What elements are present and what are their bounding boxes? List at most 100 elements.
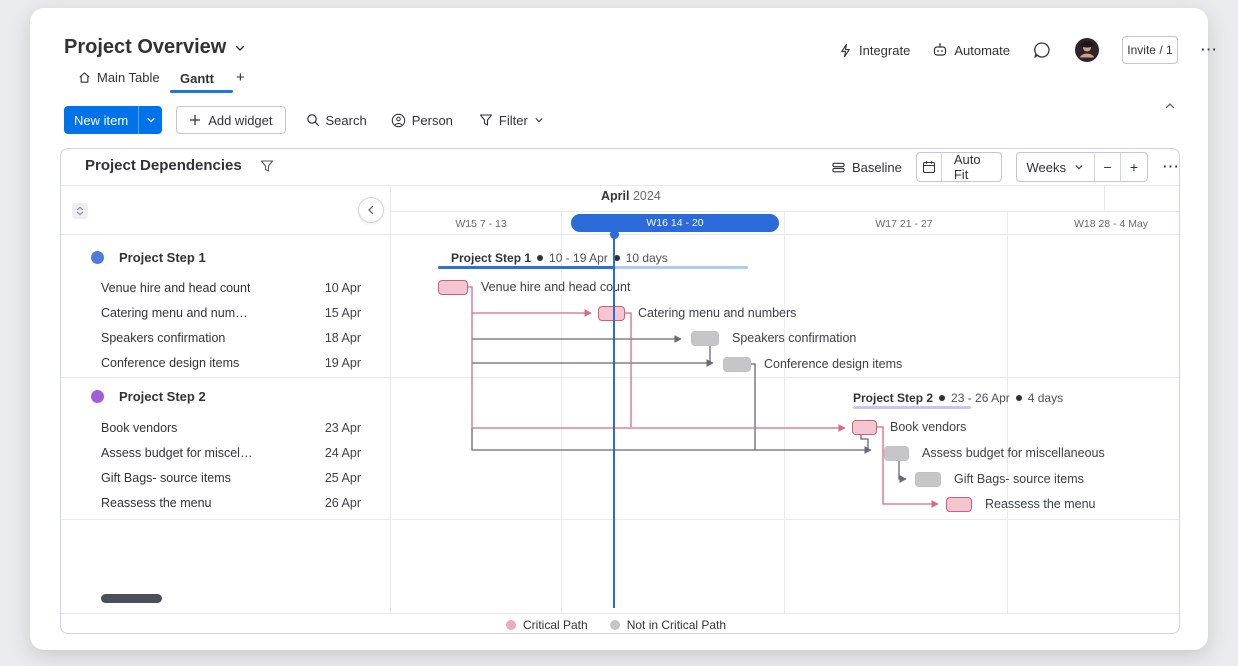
screen: Project Overview Main Table Gantt + Inte… <box>0 0 1238 666</box>
gantt-bar[interactable] <box>691 331 719 346</box>
group-name: Project Step 2 <box>119 389 206 404</box>
group-summary-bar-done[interactable] <box>438 266 614 269</box>
avatar[interactable] <box>1074 37 1100 63</box>
board-toolbar: New item Add widget Search <box>64 106 544 134</box>
zoom-level-dropdown[interactable]: Weeks <box>1017 153 1096 181</box>
bullet-separator <box>1016 395 1022 401</box>
person-filter-button[interactable]: Person <box>391 113 453 128</box>
widget-more-button[interactable]: ⋯ <box>1162 157 1179 177</box>
item-row[interactable]: Speakers confirmation 18 Apr <box>101 331 361 345</box>
invite-label: Invite / 1 <box>1127 43 1172 57</box>
new-item-dropdown-button[interactable] <box>138 106 162 134</box>
collapse-rows-button[interactable] <box>72 203 88 219</box>
summary-duration: 4 days <box>1028 391 1063 405</box>
zoom-controls-group: Weeks − + <box>1016 152 1149 182</box>
item-row[interactable]: Catering menu and numbers 15 Apr <box>101 306 361 320</box>
gantt-bar[interactable] <box>884 446 909 461</box>
gantt-widget: Project Dependencies Baseline Auto Fit <box>60 148 1180 634</box>
gantt-bar[interactable] <box>723 357 751 372</box>
tab-label: Gantt <box>180 71 214 86</box>
group-summary-bar-remaining[interactable] <box>614 266 748 269</box>
item-name: Venue hire and head count <box>101 281 250 295</box>
widget-header-left: Project Dependencies <box>85 157 274 174</box>
timeline-header-divider <box>61 234 1179 235</box>
widget-header-divider <box>61 185 1179 186</box>
item-row[interactable]: Venue hire and head count 10 Apr <box>101 281 361 295</box>
item-row[interactable]: Gift Bags- source items 25 Apr <box>101 471 361 485</box>
calendar-icon[interactable] <box>917 153 942 181</box>
item-date: 23 Apr <box>325 421 361 435</box>
legend-non-critical: Not in Critical Path <box>610 618 726 632</box>
widget-title: Project Dependencies <box>85 157 242 174</box>
active-tab-underline <box>170 90 233 93</box>
group-summary: Project Step 1 10 - 19 Apr 10 days <box>451 251 668 265</box>
bar-label: Conference design items <box>764 357 902 371</box>
filter-button[interactable]: Filter <box>479 113 544 128</box>
bar-label: Catering menu and numbers <box>638 306 796 320</box>
home-icon <box>78 71 91 84</box>
item-row[interactable]: Reassess the menu 26 Apr <box>101 496 361 510</box>
board-header: Project Overview <box>64 36 246 59</box>
item-row[interactable]: Assess budget for miscellaneous 24 Apr <box>101 446 361 460</box>
group-color-dot <box>91 390 104 403</box>
automate-button[interactable]: Automate <box>932 42 1010 58</box>
bullet-separator <box>537 255 543 261</box>
group-color-dot <box>91 251 104 264</box>
baseline-button[interactable]: Baseline <box>831 160 902 175</box>
gantt-bar-critical[interactable] <box>946 497 972 512</box>
widget-funnel-icon[interactable] <box>260 159 274 173</box>
week-label[interactable]: W18 28 - 4 May <box>1011 218 1211 230</box>
zoom-out-button[interactable]: − <box>1095 153 1121 181</box>
tab-gantt[interactable]: Gantt <box>180 70 214 88</box>
group-header-row[interactable]: Project Step 2 <box>91 389 206 404</box>
integrate-button[interactable]: Integrate <box>838 43 910 58</box>
today-marker-dot[interactable] <box>610 230 619 239</box>
legend-critical: Critical Path <box>506 618 588 632</box>
item-date: 18 Apr <box>325 331 361 345</box>
chevron-down-icon[interactable] <box>234 42 246 54</box>
bar-label: Assess budget for miscellaneous <box>922 446 1105 460</box>
add-tab-button[interactable]: + <box>236 69 245 86</box>
plus-icon <box>189 114 201 126</box>
zoom-in-button[interactable]: + <box>1121 153 1147 181</box>
add-widget-button[interactable]: Add widget <box>176 106 285 134</box>
search-icon <box>306 113 320 127</box>
item-date: 10 Apr <box>325 281 361 295</box>
group-header-row[interactable]: Project Step 1 <box>91 250 206 265</box>
auto-fit-group: Auto Fit <box>916 152 1002 182</box>
collapse-toolbar-chevron-up[interactable] <box>1158 94 1182 118</box>
item-row[interactable]: Conference design items 19 Apr <box>101 356 361 370</box>
item-name: Gift Bags- source items <box>101 471 231 485</box>
horizontal-scrollbar-thumb[interactable] <box>101 594 162 603</box>
header-more-button[interactable]: ⋯ <box>1200 40 1218 60</box>
group-name: Project Step 1 <box>119 250 206 265</box>
item-date: 26 Apr <box>325 496 361 510</box>
gridline <box>784 211 785 613</box>
zoom-level-value: Weeks <box>1027 160 1067 175</box>
item-row[interactable]: Book vendors 23 Apr <box>101 421 361 435</box>
new-item-button[interactable]: New item <box>64 106 138 134</box>
invite-button[interactable]: Invite / 1 <box>1122 36 1178 64</box>
collapse-panel-button[interactable] <box>358 197 384 223</box>
gridline <box>1007 211 1008 613</box>
bar-label: Venue hire and head count <box>481 280 630 294</box>
active-week-label: W16 14 - 20 <box>646 217 703 229</box>
gantt-bar[interactable] <box>915 472 941 487</box>
week-label[interactable]: W17 21 - 27 <box>804 218 1004 230</box>
tab-main-table[interactable]: Main Table <box>78 70 160 85</box>
chevron-down-icon <box>534 115 544 125</box>
add-widget-label: Add widget <box>208 113 272 128</box>
week-label[interactable]: W15 7 - 13 <box>401 218 561 230</box>
summary-group-name: Project Step 2 <box>853 391 933 405</box>
auto-fit-button[interactable]: Auto Fit <box>942 152 1001 182</box>
automate-label: Automate <box>954 43 1010 58</box>
gantt-bar-critical[interactable] <box>852 420 877 435</box>
group-summary-bar[interactable] <box>853 406 971 409</box>
search-button[interactable]: Search <box>306 113 367 128</box>
gantt-bar-critical[interactable] <box>438 280 468 295</box>
tab-label: Main Table <box>97 70 160 85</box>
gantt-bar-critical[interactable] <box>598 306 625 321</box>
month-boundary-line <box>1104 186 1105 211</box>
chat-bubble-icon[interactable] <box>1032 40 1052 60</box>
active-week-pill[interactable]: W16 14 - 20 <box>571 214 779 232</box>
